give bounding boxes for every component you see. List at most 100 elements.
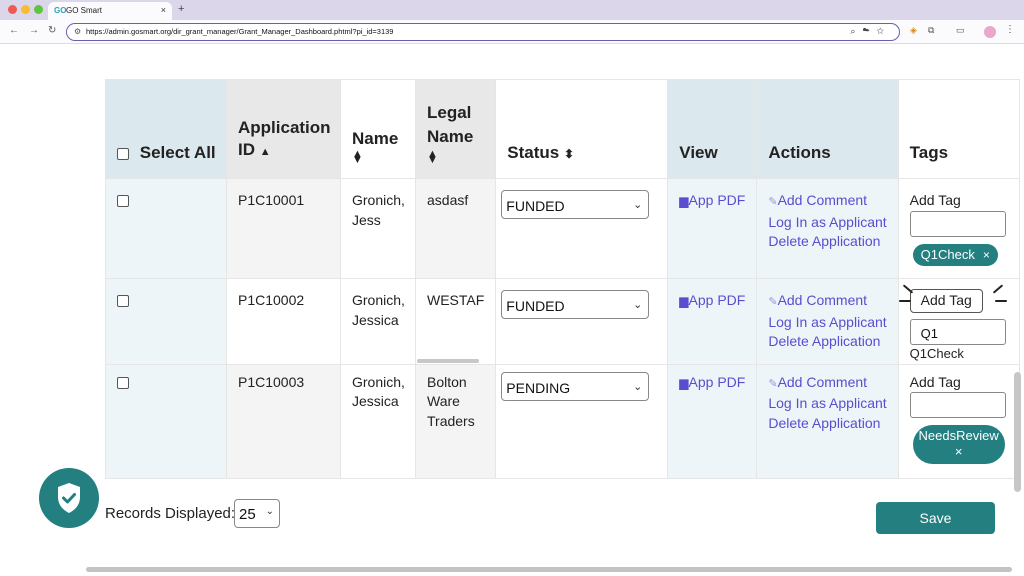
row-select-cell bbox=[105, 178, 227, 279]
window-close-button[interactable] bbox=[8, 5, 17, 14]
highlight-burst-icon bbox=[992, 284, 1003, 294]
login-as-applicant-link[interactable]: Log In as Applicant bbox=[768, 313, 886, 333]
delete-application-link[interactable]: Delete Application bbox=[768, 332, 886, 352]
new-tab-button[interactable]: + bbox=[178, 3, 184, 15]
add-tag-label: Add Tag bbox=[909, 192, 961, 208]
tag-chip: NeedsReview × bbox=[912, 425, 1005, 464]
address-bar[interactable]: ⚙ https://admin.gosmart.org/dir_grant_ma… bbox=[66, 23, 900, 41]
delete-application-link[interactable]: Delete Application bbox=[768, 232, 886, 252]
puzzle-extensions-icon[interactable]: ⧉ bbox=[928, 25, 934, 36]
extension-icon[interactable]: ◈ bbox=[910, 25, 917, 36]
legal-name-label: Legal Name bbox=[427, 103, 474, 146]
security-shield-button[interactable] bbox=[39, 468, 99, 528]
status-select-value: FUNDED bbox=[506, 198, 565, 214]
select-all-header: Select All bbox=[105, 79, 227, 179]
select-all-checkbox[interactable] bbox=[117, 147, 129, 160]
status-select[interactable]: PENDING ⌄ bbox=[501, 371, 650, 401]
profile-avatar[interactable] bbox=[984, 26, 996, 38]
sort-both-icon[interactable]: ⬍ bbox=[564, 147, 574, 161]
status-cell: FUNDED ⌄ bbox=[495, 278, 669, 365]
legal-name-header[interactable]: Legal Name ▲ ▼ bbox=[414, 79, 497, 179]
remove-tag-icon[interactable]: × bbox=[983, 248, 990, 262]
tag-input[interactable]: Q1 bbox=[909, 318, 1006, 345]
delete-application-link[interactable]: Delete Application bbox=[768, 414, 886, 434]
actions-header: Actions bbox=[756, 79, 899, 179]
side-panel-icon[interactable]: ▭ bbox=[956, 25, 965, 36]
tags-cell: Add Tag Q1 Q1Check bbox=[897, 278, 1020, 365]
status-header[interactable]: Status ⬍ bbox=[495, 79, 669, 179]
view-header: View bbox=[667, 79, 758, 179]
sort-both-icon[interactable]: ▲ ▼ bbox=[352, 149, 415, 166]
pdf-file-icon: ▆ bbox=[679, 194, 689, 208]
status-select-value: PENDING bbox=[506, 379, 571, 396]
status-select[interactable]: FUNDED ⌄ bbox=[501, 190, 650, 219]
vertical-scrollbar[interactable] bbox=[1014, 372, 1021, 492]
row-select-cell bbox=[105, 363, 227, 479]
legal-name-cell: Bolton Ware Traders bbox=[414, 363, 497, 479]
actions-cell: ✎Add Comment Log In as Applicant Delete … bbox=[756, 178, 899, 279]
table-row: P1C10002 Gronich, Jessica WESTAF FUNDED … bbox=[105, 278, 1020, 365]
address-bar-actions[interactable]: ⌕☁☆ bbox=[850, 26, 891, 37]
browser-toolbar: ← → ↻ ⚙ https://admin.gosmart.org/dir_gr… bbox=[0, 20, 1024, 44]
browser-tab-bar: GO GO Smart × + bbox=[0, 0, 1024, 20]
sort-both-icon[interactable]: ▲ ▼ bbox=[427, 149, 495, 166]
highlight-burst-icon bbox=[898, 300, 911, 302]
cloud-icon: ☁ bbox=[862, 26, 877, 36]
login-as-applicant-link[interactable]: Log In as Applicant bbox=[768, 213, 886, 233]
comment-icon: ✎ bbox=[768, 377, 778, 390]
app-pdf-link[interactable]: ▆App PDF bbox=[679, 291, 745, 312]
login-as-applicant-link[interactable]: Log In as Applicant bbox=[768, 394, 886, 414]
zoom-icon: ⌕ bbox=[850, 26, 863, 36]
browser-tab[interactable]: GO GO Smart × bbox=[48, 2, 172, 20]
actions-label: Actions bbox=[768, 143, 831, 162]
tags-cell: Add Tag Q1Check × bbox=[897, 178, 1020, 279]
application-id-header[interactable]: Application ID ▲ bbox=[226, 79, 341, 179]
add-comment-link[interactable]: ✎Add Comment bbox=[768, 191, 886, 213]
view-cell: ▆App PDF bbox=[667, 363, 758, 479]
actions-cell: ✎Add Comment Log In as Applicant Delete … bbox=[756, 363, 899, 479]
records-displayed-label: Records Displayed: bbox=[105, 505, 236, 522]
sort-asc-icon[interactable]: ▲ bbox=[260, 146, 271, 158]
site-settings-icon[interactable]: ⚙ bbox=[74, 27, 81, 36]
forward-arrow-icon[interactable]: → bbox=[29, 25, 39, 36]
name-cell: Gronich, Jessica bbox=[340, 278, 416, 365]
name-cell: Gronich, Jessica bbox=[340, 363, 416, 479]
tag-input[interactable] bbox=[909, 210, 1006, 237]
chevron-down-icon: ⌄ bbox=[633, 199, 643, 211]
horizontal-scrollbar[interactable] bbox=[86, 567, 1012, 572]
application-id-cell: P1C10002 bbox=[226, 278, 341, 365]
status-cell: FUNDED ⌄ bbox=[495, 178, 669, 279]
name-header[interactable]: Name ▲ ▼ bbox=[340, 79, 416, 179]
legal-name-cell: WESTAF bbox=[414, 278, 497, 365]
tag-suggestion[interactable]: Q1Check bbox=[910, 345, 1008, 363]
status-select[interactable]: FUNDED ⌄ bbox=[501, 290, 650, 319]
application-id-label: Application ID ▲ bbox=[238, 118, 331, 159]
highlight-burst-icon bbox=[994, 300, 1007, 302]
add-comment-link[interactable]: ✎Add Comment bbox=[768, 373, 886, 395]
app-pdf-link[interactable]: ▆App PDF bbox=[679, 191, 745, 212]
row-checkbox[interactable] bbox=[117, 376, 129, 389]
remove-tag-icon[interactable]: × bbox=[955, 444, 963, 459]
add-comment-link[interactable]: ✎Add Comment bbox=[768, 291, 886, 313]
window-zoom-button[interactable] bbox=[34, 5, 43, 14]
back-arrow-icon[interactable]: ← bbox=[9, 25, 19, 36]
name-label: Name bbox=[352, 129, 399, 148]
save-button[interactable]: Save bbox=[876, 502, 995, 534]
select-all-label: Select All bbox=[139, 143, 216, 162]
pdf-file-icon: ▆ bbox=[679, 294, 689, 308]
records-per-page-select[interactable]: 25 ⌄ bbox=[234, 499, 280, 528]
tag-input[interactable] bbox=[909, 392, 1006, 418]
bookmark-star-icon: ☆ bbox=[876, 26, 891, 36]
cell-horizontal-scrollbar[interactable] bbox=[417, 358, 479, 363]
row-checkbox[interactable] bbox=[117, 195, 129, 208]
window-minimize-button[interactable] bbox=[21, 5, 30, 14]
browser-menu-icon[interactable]: ⋮ bbox=[1005, 24, 1015, 35]
reload-icon[interactable]: ↻ bbox=[48, 25, 56, 36]
tags-cell: Add Tag NeedsReview × bbox=[897, 363, 1020, 479]
add-tag-button[interactable]: Add Tag bbox=[909, 289, 983, 313]
tab-close-icon[interactable]: × bbox=[161, 5, 166, 15]
row-select-cell bbox=[105, 278, 227, 365]
application-id-cell: P1C10001 bbox=[226, 178, 341, 279]
row-checkbox[interactable] bbox=[117, 295, 129, 308]
app-pdf-link[interactable]: ▆App PDF bbox=[679, 373, 745, 394]
